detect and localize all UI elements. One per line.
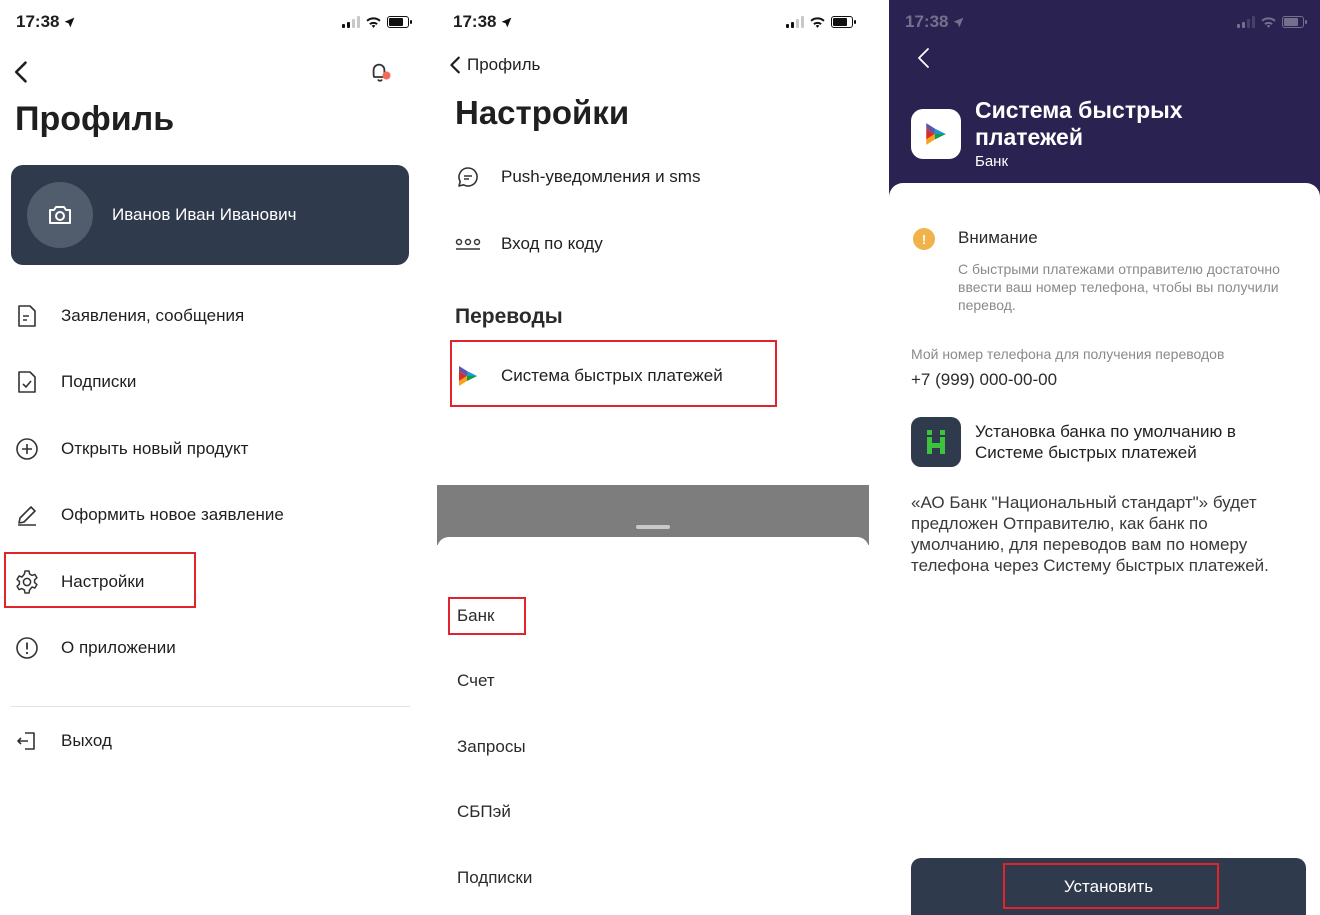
sheet-item-account[interactable]: Счет <box>457 671 495 691</box>
settings-row-pin[interactable]: Вход по коду <box>455 229 603 259</box>
menu-item-applications[interactable]: Заявления, сообщения <box>14 301 244 331</box>
chat-bubble-icon <box>455 164 481 190</box>
bank-logo-icon <box>927 430 945 454</box>
bank-logo <box>911 417 961 467</box>
dim-overlay <box>437 485 869 545</box>
status-bar: 17:38 <box>16 10 412 34</box>
menu-item-label: Настройки <box>61 572 145 591</box>
info-circle-icon <box>14 635 40 661</box>
status-time: 17:38 <box>905 12 965 32</box>
document-check-icon <box>14 369 40 395</box>
clock: 17:38 <box>453 12 497 31</box>
menu-item-new-product[interactable]: Открыть новый продукт <box>14 434 248 464</box>
sheet-item-sbpay[interactable]: СБПэй <box>457 802 511 822</box>
menu-item-settings[interactable]: Настройки <box>14 567 144 597</box>
system-indicators <box>786 16 856 29</box>
sbp-logo-icon <box>926 123 946 145</box>
system-indicators <box>342 16 412 29</box>
menu-item-label: О приложении <box>61 638 176 657</box>
back-to-profile-button[interactable]: Профиль <box>445 52 540 78</box>
settings-screen: 17:38 Профиль Настройки Push-уведомления… <box>437 0 869 915</box>
menu-item-label: Оформить новое заявление <box>61 505 284 524</box>
description-text: «АО Банк "Национальный стандарт"» будет … <box>911 493 1269 575</box>
sheet-item-bank[interactable]: Банк <box>457 606 494 626</box>
phone-label: Мой номер телефона для получения перевод… <box>911 346 1225 362</box>
menu-item-subscriptions[interactable]: Подписки <box>14 367 136 397</box>
row-label: Вход по коду <box>501 234 603 253</box>
back-chevron-icon[interactable] <box>913 46 937 70</box>
status-time: 17:38 <box>16 12 76 32</box>
clock: 17:38 <box>16 12 60 31</box>
wifi-icon <box>810 16 825 28</box>
wifi-icon <box>1261 16 1276 28</box>
sheet-item-subscriptions[interactable]: Подписки <box>457 868 532 888</box>
page-title: Профиль <box>15 100 175 138</box>
settings-row-sbp[interactable]: Система быстрых платежей <box>455 361 723 391</box>
status-time: 17:38 <box>453 12 513 32</box>
pencil-icon <box>14 502 40 528</box>
document-icon <box>14 303 40 329</box>
bank-default-text: Установка банка по умолчанию в Системе б… <box>975 422 1236 462</box>
location-arrow-icon <box>65 17 75 27</box>
camera-icon <box>49 206 71 224</box>
screen-title: Система быстрых платежей <box>975 97 1183 150</box>
sbp-logo-tile <box>911 109 961 159</box>
notification-bell-icon[interactable] <box>367 58 395 86</box>
avatar[interactable] <box>27 182 93 248</box>
warning-icon: ! <box>913 228 935 250</box>
warning-title: Внимание <box>958 228 1038 247</box>
plus-circle-icon <box>14 436 40 462</box>
install-button[interactable]: Установить <box>911 858 1306 915</box>
sbp-logo-icon <box>455 363 481 389</box>
status-bar: 17:38 <box>905 10 1307 34</box>
location-arrow-icon <box>954 17 964 27</box>
menu-item-label: Открыть новый продукт <box>61 439 249 458</box>
menu-item-new-application[interactable]: Оформить новое заявление <box>14 500 284 530</box>
menu-item-logout[interactable]: Выход <box>14 726 112 756</box>
location-arrow-icon <box>502 17 512 27</box>
bottom-sheet <box>437 537 869 915</box>
user-name: Иванов Иван Иванович <box>112 205 297 224</box>
phone-value: +7 (999) 000-00-00 <box>911 370 1058 389</box>
battery-icon <box>1282 16 1307 28</box>
pin-code-icon <box>455 231 481 257</box>
profile-screen: 17:38 Профиль Иванов Иван Иванович Заявл… <box>0 0 425 915</box>
menu-item-about[interactable]: О приложении <box>14 633 176 663</box>
settings-row-push[interactable]: Push-уведомления и sms <box>455 162 700 192</box>
clock: 17:38 <box>905 12 949 31</box>
back-chevron-icon[interactable] <box>8 58 36 86</box>
screen-subtitle: Банк <box>975 153 1009 170</box>
battery-icon <box>387 16 412 28</box>
gear-icon <box>14 569 40 595</box>
page-title: Настройки <box>455 94 630 131</box>
row-label: Push-уведомления и sms <box>501 167 701 186</box>
warning-text: С быстрыми платежами отправителю достато… <box>958 261 1280 313</box>
cellular-signal-icon <box>1237 16 1255 28</box>
menu-item-label: Выход <box>61 731 112 750</box>
row-label: Система быстрых платежей <box>501 366 723 385</box>
logout-icon <box>14 728 40 754</box>
status-bar: 17:38 <box>453 10 856 34</box>
menu-item-label: Заявления, сообщения <box>61 306 245 325</box>
battery-icon <box>831 16 856 28</box>
user-card[interactable]: Иванов Иван Иванович <box>11 165 409 265</box>
sbp-bank-screen: 17:38 Система быстрых платежей Банк ! Вн… <box>889 0 1320 915</box>
section-title-transfers: Переводы <box>455 305 563 328</box>
back-chevron-icon <box>450 56 460 74</box>
wifi-icon <box>366 16 381 28</box>
sheet-item-requests[interactable]: Запросы <box>457 737 526 757</box>
menu-item-label: Подписки <box>61 372 137 391</box>
cellular-signal-icon <box>786 16 804 28</box>
sheet-grabber[interactable] <box>636 525 670 529</box>
system-indicators <box>1237 16 1307 29</box>
cellular-signal-icon <box>342 16 360 28</box>
menu-divider <box>11 706 410 707</box>
back-label: Профиль <box>467 55 541 74</box>
